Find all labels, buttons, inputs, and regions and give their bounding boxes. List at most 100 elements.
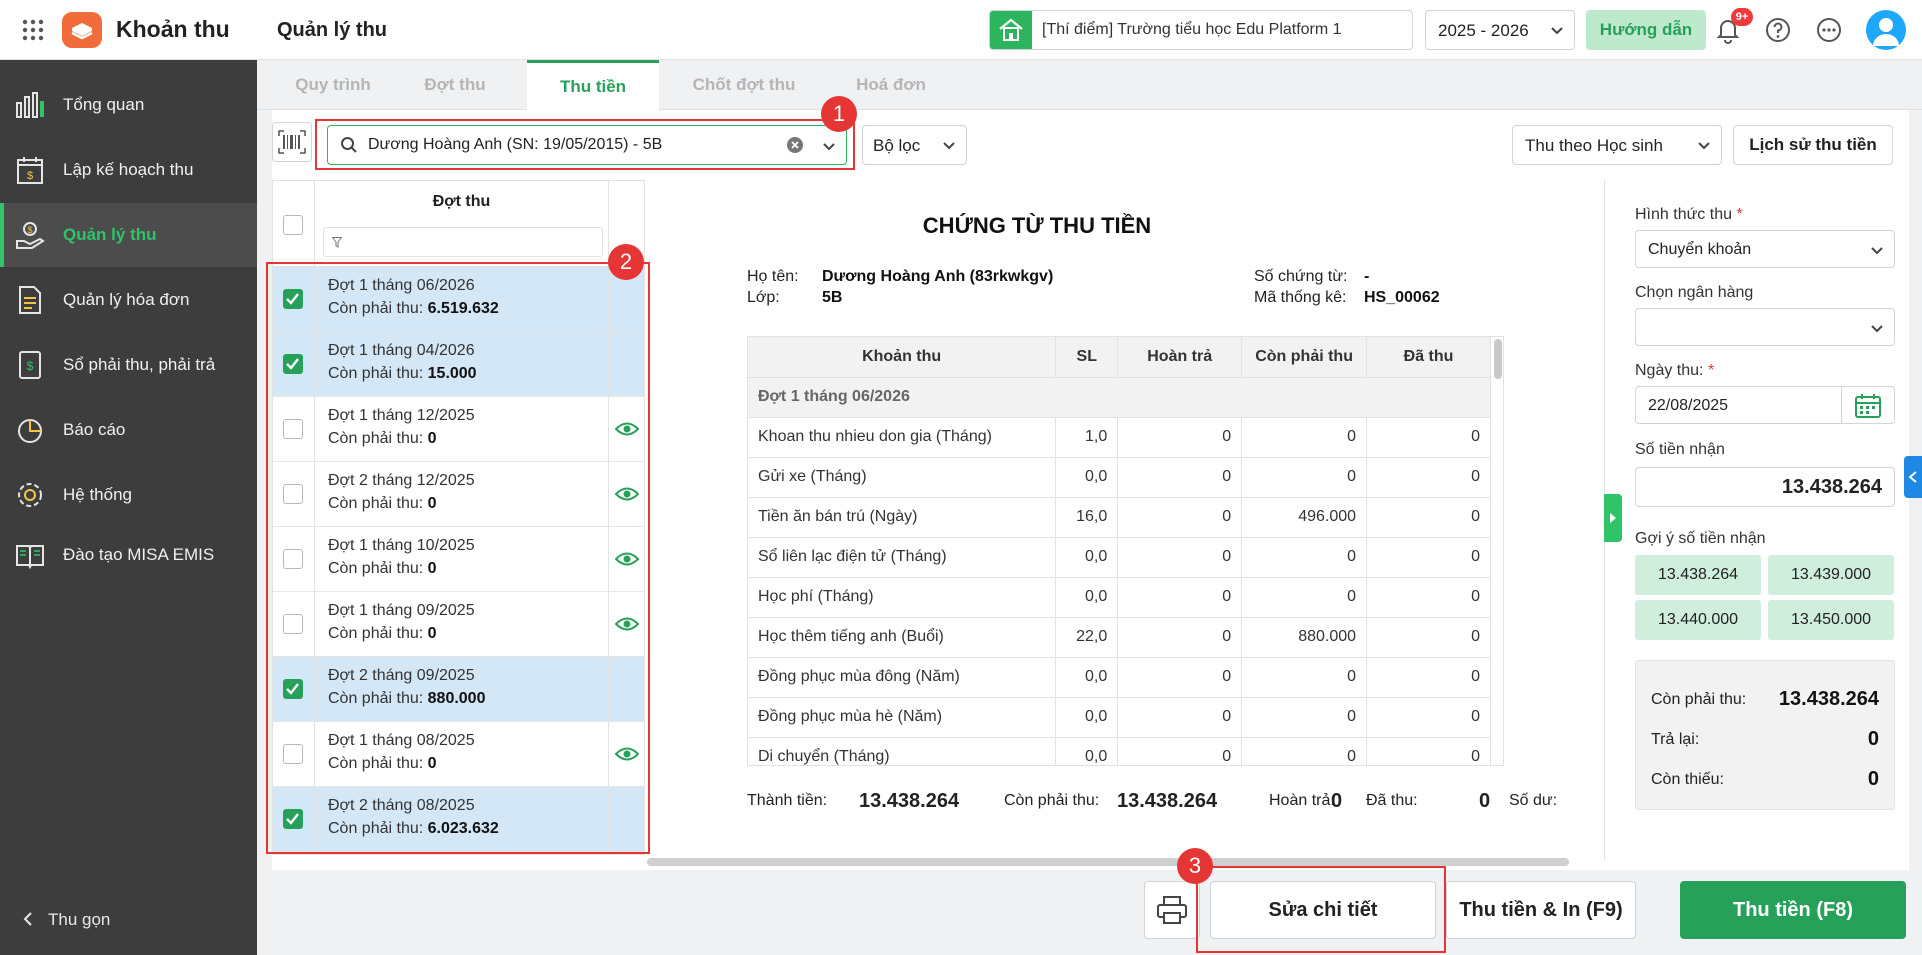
sidebar-item-ledger[interactable]: $ Sổ phải thu, phải trả <box>0 333 257 397</box>
invoice-icon <box>19 286 41 314</box>
svg-text:$: $ <box>27 170 33 182</box>
collect-and-print-button[interactable]: Thu tiền & In (F9) <box>1446 881 1636 939</box>
fee-name: Đồng phục mùa hè (Năm) <box>748 697 1057 738</box>
avatar[interactable] <box>1866 10 1906 50</box>
calendar-icon[interactable] <box>1854 393 1882 419</box>
fee-cell: 16,0 <box>1055 497 1119 538</box>
filter-select[interactable]: Bộ lọc <box>862 125 967 165</box>
column-header: SL <box>1055 337 1119 378</box>
period-filter-input[interactable] <box>323 227 603 257</box>
callout-number-3: 3 <box>1177 848 1213 884</box>
app-grid-icon[interactable] <box>22 19 44 41</box>
summary-short-label: Còn thiếu: <box>1651 771 1724 788</box>
suggested-amount-button[interactable]: 13.438.264 <box>1635 555 1761 595</box>
sidebar-item-manage-collection[interactable]: $ Quản lý thu <box>0 203 257 267</box>
fee-cell: 0 <box>1241 417 1368 458</box>
callout-search <box>315 119 855 170</box>
fee-name: Di chuyển (Tháng) <box>748 737 1057 765</box>
chevron-down-icon <box>1871 325 1883 333</box>
tab-periods[interactable]: Đợt thu <box>399 60 511 110</box>
fee-row: Sổ liên lạc điện tử (Tháng) 0,0 0 0 0 <box>748 537 1491 578</box>
fee-row: Đồng phục mùa đông (Năm) 0,0 0 0 0 <box>748 657 1491 698</box>
fee-row: Khoan thu nhieu don gia (Tháng) 1,0 0 0 0 <box>748 417 1491 458</box>
page-title: Quản lý thu <box>277 19 387 41</box>
collect-mode-select[interactable]: Thu theo Học sinh <box>1512 125 1722 165</box>
sidebar-item-label: Báo cáo <box>63 420 126 439</box>
callout-number-1: 1 <box>821 96 857 132</box>
select-all-checkbox[interactable] <box>283 215 303 235</box>
sidebar-item-overview[interactable]: Tổng quan <box>0 73 257 137</box>
paid-value: 0 <box>1479 790 1491 812</box>
fee-cell: 880.000 <box>1241 617 1368 658</box>
school-selector[interactable]: [Thí điểm] Trường tiểu học Edu Platform … <box>989 10 1413 50</box>
fee-table: Khoản thu SL Hoàn trả Còn phải thu Đã th… <box>747 336 1504 766</box>
fee-row: Di chuyển (Tháng) 0,0 0 0 0 <box>748 737 1491 765</box>
collect-button[interactable]: Thu tiền (F8) <box>1680 881 1906 939</box>
sidebar-item-label: Quản lý hóa đơn <box>63 290 190 309</box>
panel-toggle[interactable] <box>1604 494 1622 542</box>
sidebar-item-plan[interactable]: $ Lập kế hoạch thu <box>0 138 257 202</box>
right-drawer-tab[interactable] <box>1904 456 1922 498</box>
school-year-select[interactable]: 2025 - 2026 <box>1425 10 1575 50</box>
sidebar-item-label: Tổng quan <box>63 95 145 114</box>
callout-periods <box>266 262 650 854</box>
fee-cell: 0 <box>1241 537 1368 578</box>
chevron-down-icon <box>943 142 955 150</box>
more-options-icon[interactable] <box>1815 16 1843 44</box>
period-list-header: Đợt thu <box>273 181 644 267</box>
sidebar-item-training[interactable]: Đào tạo MISA EMIS <box>0 523 257 587</box>
sidebar-item-reports[interactable]: Báo cáo <box>0 398 257 462</box>
sidebar-item-invoices[interactable]: Quản lý hóa đơn <box>0 268 257 332</box>
suggested-amount-button[interactable]: 13.450.000 <box>1768 600 1894 640</box>
payment-form: Hình thức thu * Chuyển khoản Chọn ngân h… <box>1604 180 1909 860</box>
gear-icon <box>18 483 42 507</box>
sidebar-item-system[interactable]: Hệ thống <box>0 463 257 527</box>
app-header: Khoản thu Quản lý thu [Thí điểm] Trường … <box>0 0 1922 60</box>
summary-return-value: 0 <box>1867 728 1879 750</box>
process-tabs: Quy trình Đợt thu Thu tiền Chốt đợt thu … <box>257 60 1922 110</box>
tab-process[interactable]: Quy trình <box>277 60 389 110</box>
student-class: 5B <box>822 289 843 306</box>
fee-table-header: Khoản thu SL Hoàn trả Còn phải thu Đã th… <box>748 337 1491 378</box>
date-field[interactable]: 22/08/2025 <box>1635 386 1895 424</box>
fee-name: Sổ liên lạc điện tử (Tháng) <box>748 537 1057 578</box>
fee-cell: 0 <box>1366 537 1491 578</box>
fee-cell: 0 <box>1366 657 1491 698</box>
collapse-sidebar-button[interactable]: Thu gọn <box>22 910 110 930</box>
print-button[interactable] <box>1144 881 1200 939</box>
student-name: Dương Hoàng Anh (83rkwkgv) <box>822 268 1054 285</box>
printer-icon <box>1157 896 1187 924</box>
payment-history-button[interactable]: Lịch sử thu tiền <box>1733 125 1893 165</box>
suggested-amount-button[interactable]: 13.440.000 <box>1635 600 1761 640</box>
method-label-text: Hình thức thu <box>1635 206 1732 223</box>
fee-cell: 0 <box>1366 417 1491 458</box>
fee-cell: 0,0 <box>1055 457 1119 498</box>
group-row: Đợt 1 tháng 06/2026 <box>748 377 1491 418</box>
chevron-down-icon <box>1871 247 1883 255</box>
date-label-text: Ngày thu: <box>1635 362 1704 379</box>
suggested-amount-button[interactable]: 13.439.000 <box>1768 555 1894 595</box>
guide-button[interactable]: Hướng dẫn <box>1586 10 1706 50</box>
payment-method-select[interactable]: Chuyển khoản <box>1635 230 1895 268</box>
stat-code-label: Mã thống kê: <box>1254 289 1347 306</box>
bank-select[interactable] <box>1635 308 1895 346</box>
fee-row: Tiền ăn bán trú (Ngày) 16,0 0 496.000 0 <box>748 497 1491 538</box>
fee-cell: 0,0 <box>1055 697 1119 738</box>
barcode-scan-button[interactable] <box>272 122 312 162</box>
tab-collect[interactable]: Thu tiền <box>527 60 659 110</box>
received-amount-input[interactable]: 13.438.264 <box>1635 467 1895 507</box>
doc-number-label: Số chứng từ: <box>1254 268 1348 285</box>
name-label: Họ tên: <box>747 268 799 285</box>
table-scrollbar[interactable] <box>1494 339 1502 379</box>
help-icon[interactable] <box>1764 16 1792 44</box>
column-header: Khoản thu <box>748 337 1057 378</box>
tab-close-period[interactable]: Chốt đợt thu <box>669 60 819 110</box>
horizontal-scrollbar[interactable] <box>647 858 1569 866</box>
ledger-icon: $ <box>19 351 41 379</box>
fee-cell: 0 <box>1117 497 1243 538</box>
fee-cell: 0 <box>1117 457 1243 498</box>
fee-row: Học phí (Tháng) 0,0 0 0 0 <box>748 577 1491 618</box>
fee-cell: 0,0 <box>1055 537 1119 578</box>
collect-mode-value: Thu theo Học sinh <box>1525 136 1663 155</box>
fee-cell: 0 <box>1117 537 1243 578</box>
